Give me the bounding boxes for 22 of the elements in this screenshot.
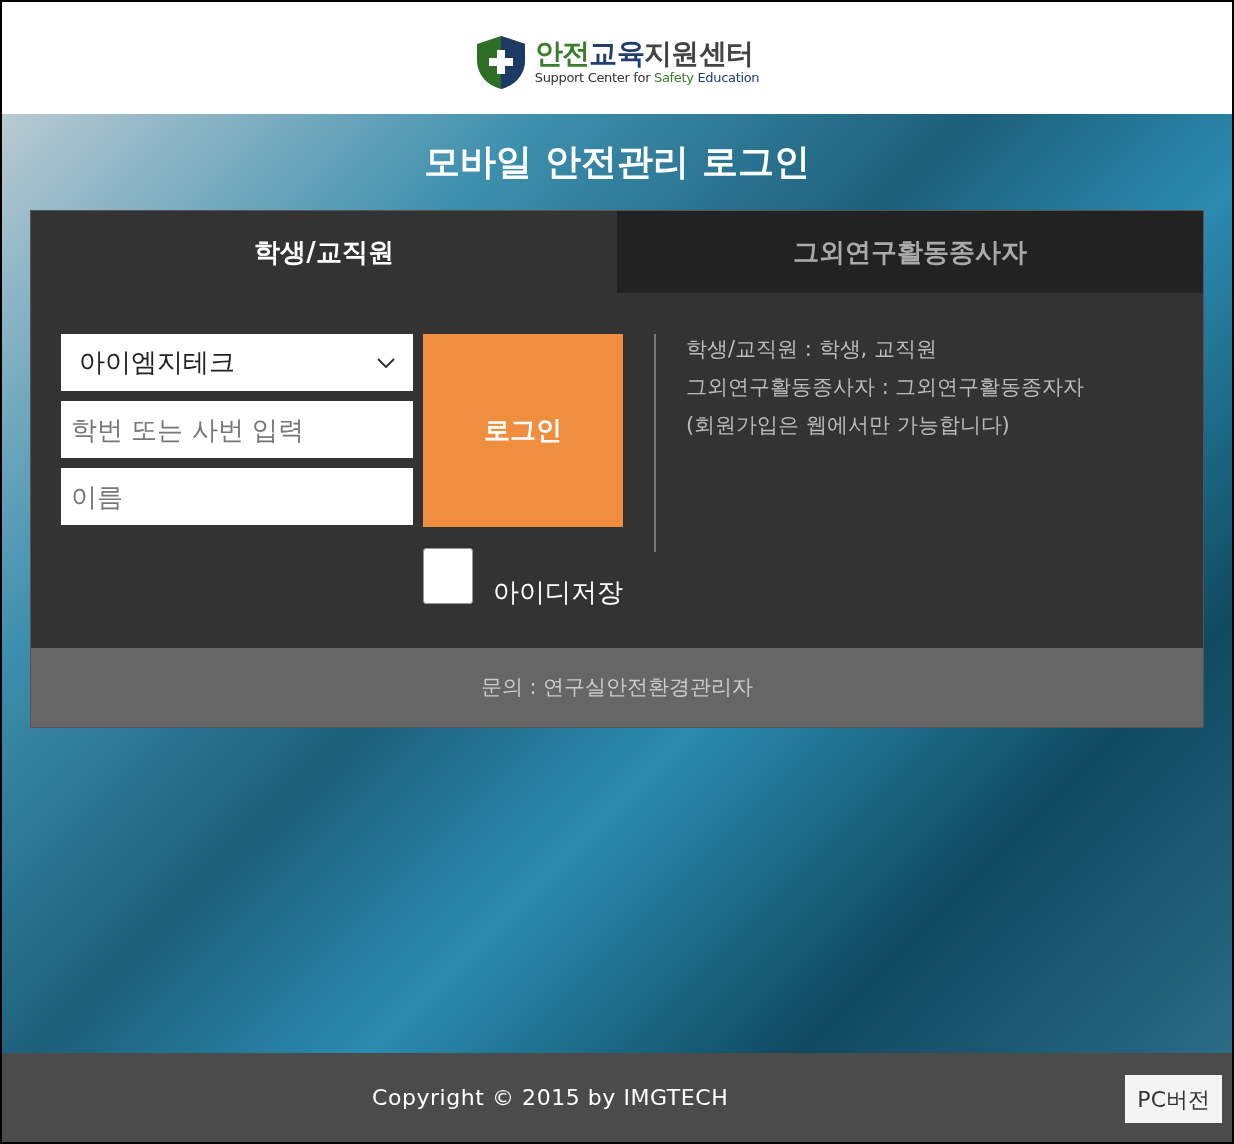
logo-title-part: 지원센터 (643, 37, 754, 70)
logo-title-part: 교육 (589, 37, 644, 70)
contact-text: 문의 : 연구실안전환경관리자 (480, 673, 754, 701)
logo-subtitle-part: Safety (654, 70, 694, 85)
organization-value: 아이엠지테크 (79, 346, 235, 379)
name-input-field[interactable]: 이름 (61, 468, 413, 525)
logo-subtitle-part: Education (696, 70, 760, 85)
logo-title-part: 안전 (534, 37, 590, 70)
pc-version-button[interactable]: PC버전 (1125, 1075, 1222, 1123)
organization-select[interactable]: 아이엠지테크 (61, 334, 413, 391)
info-text: 학생/교직원 : 학생, 교직원 (686, 336, 938, 363)
info-text: (회원가입은 웹에서만 가능합니다) (686, 412, 1011, 439)
shield-cross-icon (474, 34, 527, 90)
remember-id-label[interactable]: 아이디저장 (493, 577, 623, 607)
tab[interactable]: 그외연구활동종사자 (617, 211, 1203, 293)
logo-subtitle-part: Support Center for (534, 70, 652, 85)
page-title: 모바일 안전관리 로그인 (424, 140, 810, 184)
chevron-down-icon (377, 357, 395, 368)
remember-id-checkbox[interactable] (423, 548, 473, 604)
info-text: 그외연구활동종사자 : 그외연구활동종자자 (686, 374, 1085, 401)
copyright-text: Copyright © 2015 by IMGTECH (372, 1084, 729, 1112)
id-input-field[interactable]: 학번 또는 사번 입력 (61, 401, 413, 458)
